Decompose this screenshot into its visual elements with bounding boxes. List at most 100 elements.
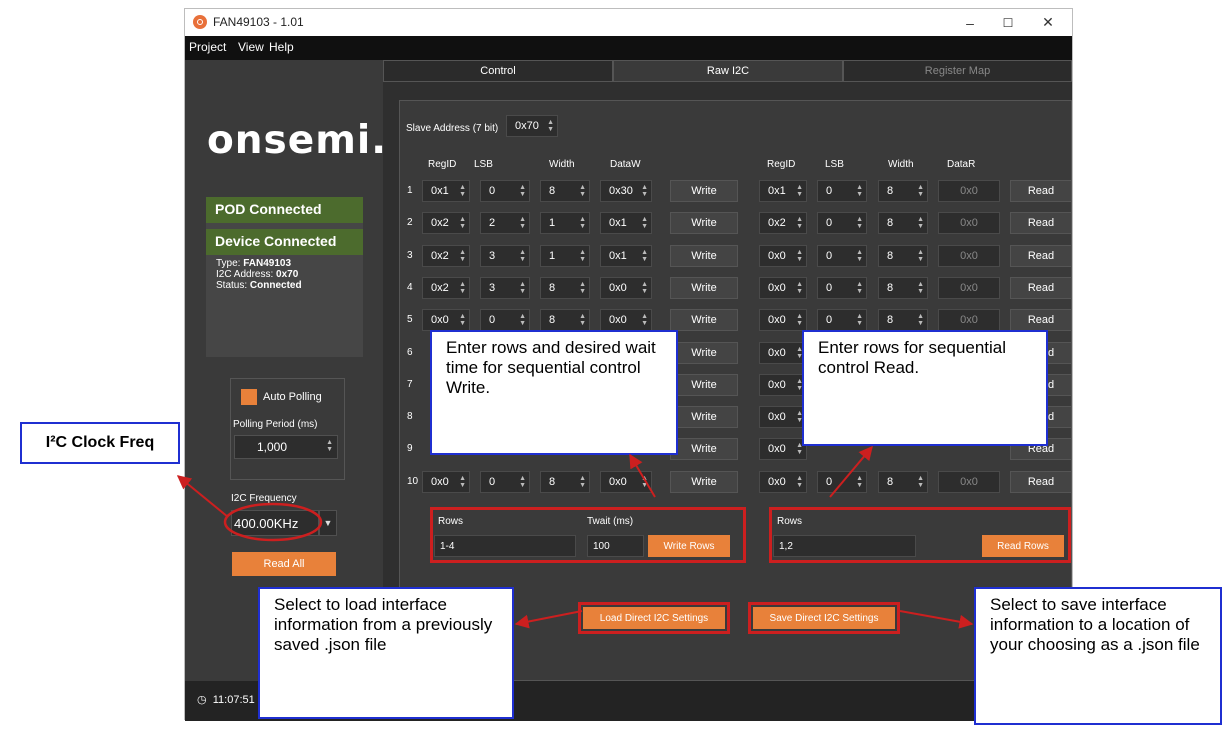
spinner-arrows-icon[interactable]: ▲ ▼: [459, 281, 466, 295]
write-width-input[interactable]: 8 ▲ ▼: [540, 276, 590, 299]
spinner-arrows-icon[interactable]: ▲ ▼: [519, 184, 526, 198]
read-width-input[interactable]: 8 ▲ ▼: [878, 212, 928, 235]
read-rows-button[interactable]: Read Rows: [982, 535, 1064, 557]
spinner-arrows-icon[interactable]: ▲ ▼: [519, 475, 526, 489]
spinner-arrows-icon[interactable]: ▲ ▼: [579, 249, 586, 263]
write-data-input[interactable]: 0x0 ▲ ▼: [600, 276, 652, 299]
spinner-arrows-icon[interactable]: ▲ ▼: [459, 184, 466, 198]
read-width-input[interactable]: 8 ▲ ▼: [878, 180, 928, 202]
spinner-arrows-icon[interactable]: ▲ ▼: [641, 249, 648, 263]
write-lsb-input[interactable]: 3 ▲ ▼: [480, 244, 530, 267]
spinner-arrows-icon[interactable]: ▲ ▼: [519, 249, 526, 263]
read-lsb-input[interactable]: 0 ▲ ▼: [817, 212, 867, 235]
read-regid-input[interactable]: 0x0 ▲ ▼: [759, 309, 807, 332]
spinner-arrows-icon[interactable]: ▲ ▼: [917, 281, 924, 295]
write-button[interactable]: Write: [670, 438, 738, 461]
read-regid-input[interactable]: 0x1 ▲ ▼: [759, 180, 807, 202]
write-regid-input[interactable]: 0x0 ▲ ▼: [422, 470, 470, 493]
read-all-button[interactable]: Read All: [232, 552, 336, 576]
auto-polling-checkbox[interactable]: [241, 389, 257, 405]
spinner-arrows-icon[interactable]: ▲ ▼: [856, 249, 863, 263]
spinner-arrows-icon[interactable]: ▲ ▼: [917, 475, 924, 489]
maximize-button[interactable]: ☐: [990, 9, 1026, 36]
write-button[interactable]: Write: [670, 309, 738, 332]
tab-register-map[interactable]: Register Map: [843, 60, 1072, 82]
save-settings-button[interactable]: Save Direct I2C Settings: [753, 607, 895, 629]
spinner-arrows-icon[interactable]: ▲ ▼: [641, 216, 648, 230]
load-settings-button[interactable]: Load Direct I2C Settings: [583, 607, 725, 629]
spinner-arrows-icon[interactable]: ▲ ▼: [519, 216, 526, 230]
write-rows-input[interactable]: 1-4: [434, 535, 576, 557]
i2c-frequency-select[interactable]: 400.00KHz: [231, 510, 319, 536]
read-button[interactable]: Read: [1010, 244, 1072, 267]
tab-control[interactable]: Control: [383, 60, 613, 82]
spinner-arrows-icon[interactable]: ▲ ▼: [641, 475, 648, 489]
slave-address-input[interactable]: 0x70 ▲ ▼: [506, 115, 558, 137]
read-regid-input[interactable]: 0x0 ▲ ▼: [759, 276, 807, 299]
write-regid-input[interactable]: 0x2 ▲ ▼: [422, 244, 470, 267]
read-lsb-input[interactable]: 0 ▲ ▼: [817, 180, 867, 202]
read-button[interactable]: Read: [1010, 180, 1072, 202]
spinner-arrows-icon[interactable]: ▲ ▼: [796, 281, 803, 295]
spinner-arrows-icon[interactable]: ▲ ▼: [519, 281, 526, 295]
write-button[interactable]: Write: [670, 341, 738, 364]
read-width-input[interactable]: 8 ▲ ▼: [878, 309, 928, 332]
write-width-input[interactable]: 1 ▲ ▼: [540, 212, 590, 235]
read-lsb-input[interactable]: 0 ▲ ▼: [817, 276, 867, 299]
spinner-arrows-icon[interactable]: ▲ ▼: [459, 313, 466, 327]
write-width-input[interactable]: 8 ▲ ▼: [540, 470, 590, 493]
read-lsb-input[interactable]: 0 ▲ ▼: [817, 470, 867, 493]
read-regid-input[interactable]: 0x0 ▲ ▼: [759, 341, 807, 364]
write-lsb-input[interactable]: 2 ▲ ▼: [480, 212, 530, 235]
spinner-arrows-icon[interactable]: ▲ ▼: [579, 216, 586, 230]
spinner-arrows-icon[interactable]: ▲ ▼: [519, 313, 526, 327]
write-data-input[interactable]: 0x1 ▲ ▼: [600, 244, 652, 267]
close-button[interactable]: ✕: [1030, 9, 1066, 36]
read-width-input[interactable]: 8 ▲ ▼: [878, 244, 928, 267]
write-button[interactable]: Write: [670, 276, 738, 299]
read-button[interactable]: Read: [1010, 276, 1072, 299]
write-button[interactable]: Write: [670, 373, 738, 396]
write-lsb-input[interactable]: 0 ▲ ▼: [480, 180, 530, 202]
spinner-arrows-icon[interactable]: ▲ ▼: [917, 249, 924, 263]
write-data-input[interactable]: 0x1 ▲ ▼: [600, 212, 652, 235]
spinner-arrows-icon[interactable]: ▲ ▼: [579, 184, 586, 198]
read-lsb-input[interactable]: 0 ▲ ▼: [817, 244, 867, 267]
spinner-arrows-icon[interactable]: ▲ ▼: [856, 313, 863, 327]
read-button[interactable]: Read: [1010, 470, 1072, 493]
read-regid-input[interactable]: 0x2 ▲ ▼: [759, 212, 807, 235]
spinner-arrows-icon[interactable]: ▲ ▼: [856, 184, 863, 198]
read-regid-input[interactable]: 0x0 ▲ ▼: [759, 244, 807, 267]
spinner-arrows-icon[interactable]: ▲ ▼: [641, 281, 648, 295]
tab-raw-i2c[interactable]: Raw I2C: [613, 60, 843, 82]
write-regid-input[interactable]: 0x2 ▲ ▼: [422, 276, 470, 299]
chevron-down-icon[interactable]: ▼: [319, 510, 337, 536]
spinner-arrows-icon[interactable]: ▲ ▼: [856, 281, 863, 295]
read-rows-input[interactable]: 1,2: [773, 535, 916, 557]
menu-view[interactable]: View: [238, 40, 264, 54]
read-button[interactable]: Read: [1010, 309, 1072, 332]
spinner-arrows-icon[interactable]: ▲ ▼: [547, 119, 554, 133]
write-button[interactable]: Write: [670, 212, 738, 235]
write-width-input[interactable]: 1 ▲ ▼: [540, 244, 590, 267]
write-data-input[interactable]: 0x30 ▲ ▼: [600, 180, 652, 202]
spinner-arrows-icon[interactable]: ▲ ▼: [917, 313, 924, 327]
write-button[interactable]: Write: [670, 406, 738, 429]
spinner-arrows-icon[interactable]: ▲ ▼: [796, 475, 803, 489]
write-lsb-input[interactable]: 3 ▲ ▼: [480, 276, 530, 299]
menu-project[interactable]: Project: [189, 40, 226, 54]
write-regid-input[interactable]: 0x2 ▲ ▼: [422, 212, 470, 235]
spinner-arrows-icon[interactable]: ▲ ▼: [796, 249, 803, 263]
twait-input[interactable]: 100: [587, 535, 644, 557]
spinner-arrows-icon[interactable]: ▲ ▼: [856, 216, 863, 230]
write-data-input[interactable]: 0x0 ▲ ▼: [600, 470, 652, 493]
read-regid-input[interactable]: 0x0 ▲ ▼: [759, 406, 807, 429]
spinner-arrows-icon[interactable]: ▲ ▼: [796, 313, 803, 327]
spinner-arrows-icon[interactable]: ▲ ▼: [856, 475, 863, 489]
spinner-arrows-icon[interactable]: ▲ ▼: [917, 184, 924, 198]
spinner-arrows-icon[interactable]: ▲ ▼: [459, 249, 466, 263]
read-regid-input[interactable]: 0x0 ▲ ▼: [759, 470, 807, 493]
write-button[interactable]: Write: [670, 244, 738, 267]
spinner-arrows-icon[interactable]: ▲ ▼: [796, 216, 803, 230]
spinner-arrows-icon[interactable]: ▲ ▼: [641, 184, 648, 198]
